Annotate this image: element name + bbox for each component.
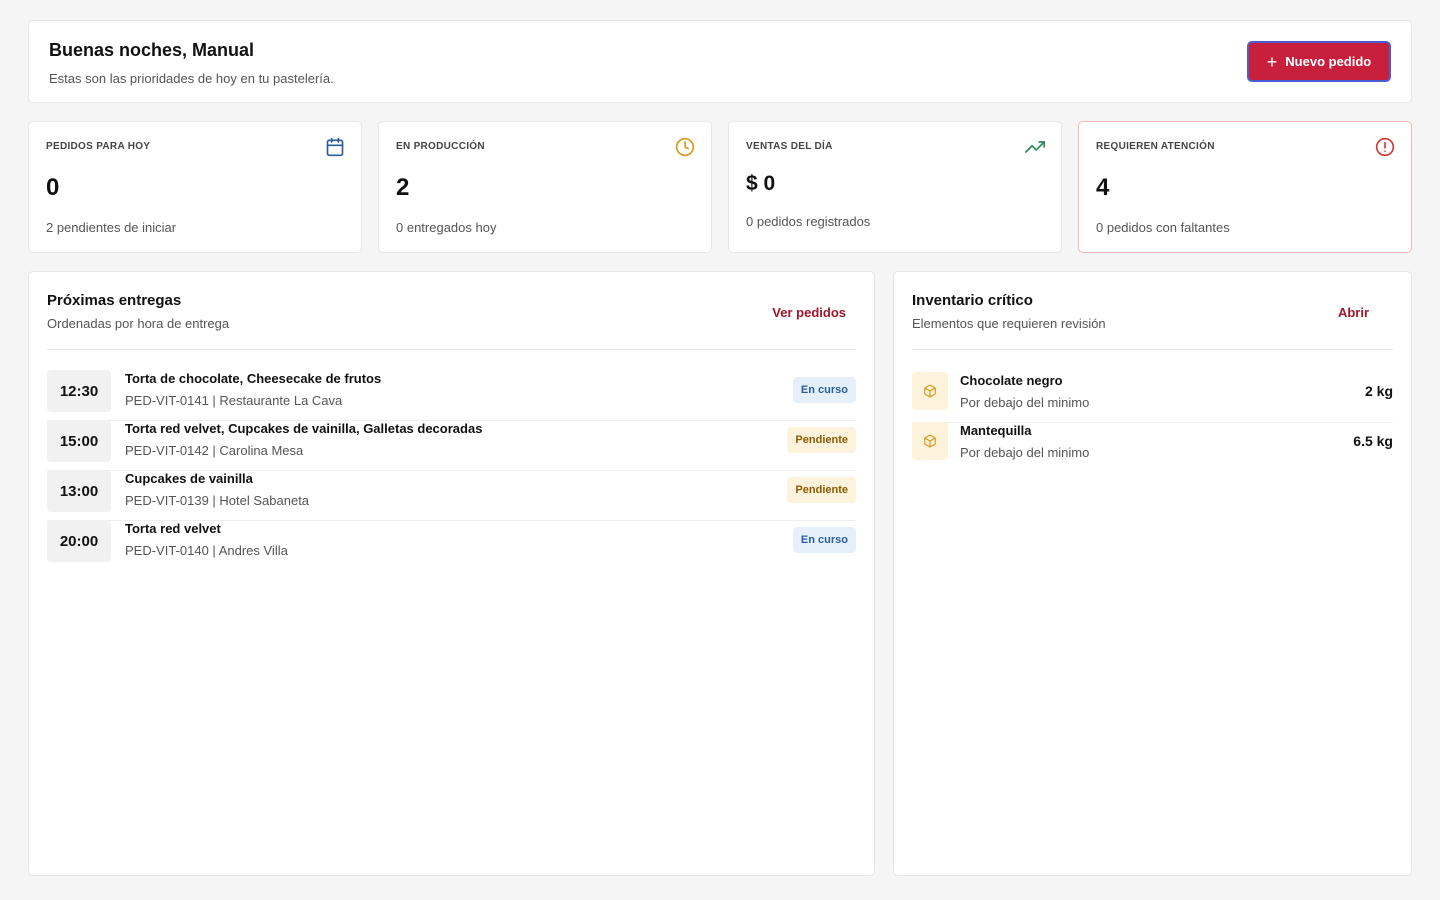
stat-card-attention: REQUIEREN ATENCIÓN 4 0 pedidos con falta… <box>1078 121 1412 253</box>
stat-value: $ 0 <box>746 172 776 195</box>
inventory-item[interactable]: Chocolate negro Por debajo del minimo 2 … <box>912 372 1393 423</box>
stat-card-sales: VENTAS DEL DÍA $ 0 0 pedidos registrados <box>728 121 1062 253</box>
delivery-time: 15:00 <box>47 420 111 462</box>
panel-title: Inventario crítico <box>912 292 1033 309</box>
stat-value: 2 <box>396 174 410 201</box>
stat-label: VENTAS DEL DÍA <box>746 141 833 152</box>
delivery-time: 13:00 <box>47 470 111 512</box>
delivery-items: Torta de chocolate, Cheesecake de frutos <box>125 371 382 386</box>
stat-value: 0 <box>46 174 60 201</box>
calendar-icon <box>326 137 344 157</box>
delivery-meta: PED-VIT-0141 | Restaurante La Cava <box>125 393 343 408</box>
delivery-row[interactable]: 13:00 Cupcakes de vainilla PED-VIT-0139 … <box>47 470 856 521</box>
stat-description: 0 pedidos registrados <box>746 214 871 229</box>
delivery-row[interactable]: 20:00 Torta red velvet PED-VIT-0140 | An… <box>47 520 856 570</box>
page-subtitle: Estas son las prioridades de hoy en tu p… <box>49 71 334 86</box>
stat-label: PEDIDOS PARA HOY <box>46 141 151 152</box>
status-badge: Pendiente <box>787 427 856 453</box>
inventory-item-qty: 2 kg <box>1364 383 1393 399</box>
open-inventory-link[interactable]: Abrir <box>1338 305 1369 320</box>
stat-value: 4 <box>1096 174 1110 201</box>
stat-card-orders-today: PEDIDOS PARA HOY 0 2 pendientes de inici… <box>28 121 362 253</box>
plus-icon: + <box>1266 51 1278 72</box>
delivery-items: Torta red velvet, Cupcakes de vainilla, … <box>125 421 483 436</box>
delivery-time: 12:30 <box>47 370 111 412</box>
view-orders-link[interactable]: Ver pedidos <box>772 305 846 320</box>
panel-subtitle: Elementos que requieren revisión <box>912 316 1106 331</box>
status-badge: En curso <box>792 527 856 553</box>
upcoming-deliveries-panel: Próximas entregas Ordenadas por hora de … <box>28 271 875 876</box>
greeting-header: Buenas noches, Manual Estas son las prio… <box>28 20 1412 103</box>
stat-description: 2 pendientes de iniciar <box>46 220 177 235</box>
new-order-label: Nuevo pedido <box>1285 54 1372 69</box>
stat-description: 0 pedidos con faltantes <box>1096 220 1230 235</box>
delivery-meta: PED-VIT-0142 | Carolina Mesa <box>125 443 304 458</box>
divider <box>47 349 856 350</box>
panel-subtitle: Ordenadas por hora de entrega <box>47 316 230 331</box>
delivery-meta: PED-VIT-0140 | Andres Villa <box>125 543 288 558</box>
inventory-item[interactable]: Mantequilla Por debajo del minimo 6.5 kg <box>912 422 1393 472</box>
panel-title: Próximas entregas <box>47 292 182 309</box>
status-badge: Pendiente <box>787 477 856 503</box>
stat-card-in-production: EN PRODUCCIÓN 2 0 entregados hoy <box>378 121 712 253</box>
inventory-item-note: Por debajo del minimo <box>960 445 1090 460</box>
box-icon <box>912 372 948 410</box>
trending-up-icon <box>1025 141 1045 153</box>
stat-label: EN PRODUCCIÓN <box>396 141 485 152</box>
delivery-items: Torta red velvet <box>125 521 221 536</box>
delivery-row[interactable]: 15:00 Torta red velvet, Cupcakes de vain… <box>47 420 856 471</box>
status-badge: En curso <box>792 377 856 403</box>
new-order-button[interactable]: + Nuevo pedido <box>1247 41 1391 82</box>
page-title: Buenas noches, Manual <box>49 40 255 60</box>
alert-circle-icon <box>1375 137 1395 157</box>
box-icon <box>912 422 948 460</box>
inventory-item-qty: 6.5 kg <box>1353 433 1393 449</box>
delivery-items: Cupcakes de vainilla <box>125 471 253 486</box>
critical-inventory-panel: Inventario crítico Elementos que requier… <box>893 271 1412 876</box>
inventory-item-name: Mantequilla <box>960 423 1032 438</box>
clock-icon <box>675 137 695 157</box>
inventory-item-note: Por debajo del minimo <box>960 395 1090 410</box>
stat-description: 0 entregados hoy <box>396 220 497 235</box>
delivery-time: 20:00 <box>47 520 111 562</box>
delivery-row[interactable]: 12:30 Torta de chocolate, Cheesecake de … <box>47 370 856 421</box>
delivery-meta: PED-VIT-0139 | Hotel Sabaneta <box>125 493 310 508</box>
inventory-item-name: Chocolate negro <box>960 373 1063 388</box>
divider <box>912 349 1393 350</box>
stat-label: REQUIEREN ATENCIÓN <box>1096 141 1215 152</box>
